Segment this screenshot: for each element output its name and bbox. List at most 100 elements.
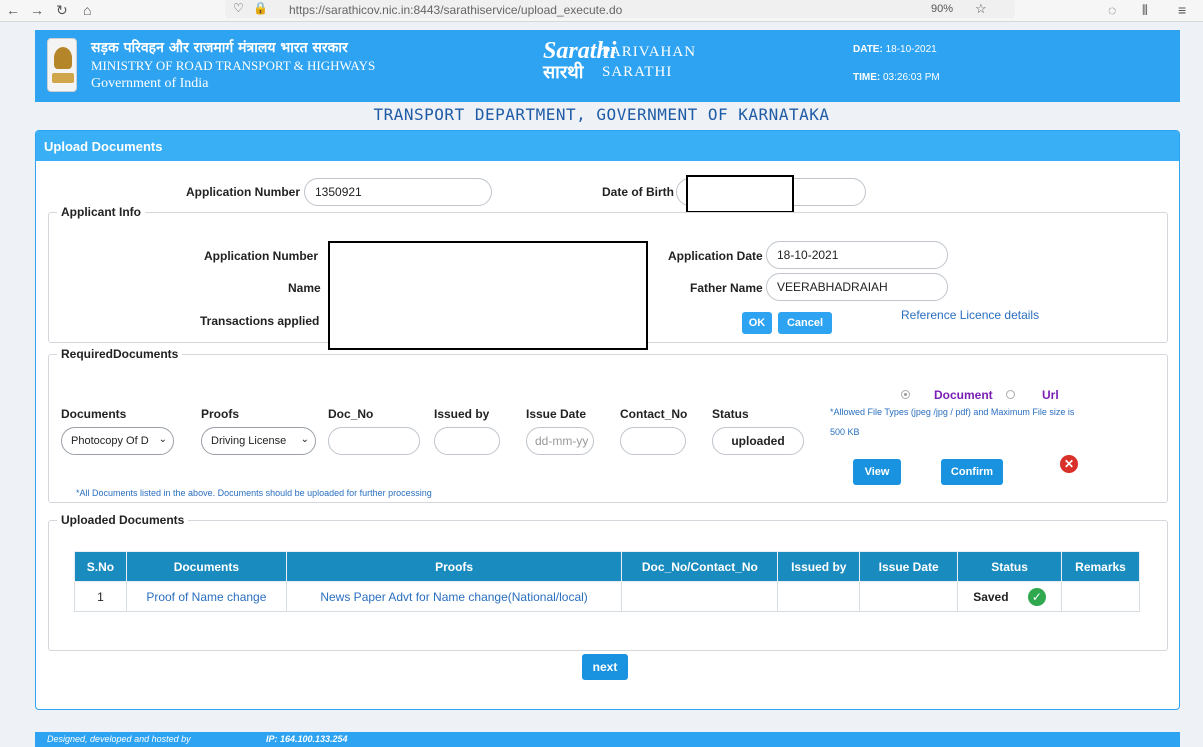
- header-status: Status: [957, 551, 1063, 582]
- contact-no-input[interactable]: [620, 427, 686, 455]
- redaction-box: [328, 241, 648, 350]
- cell-issue-date: [859, 581, 959, 612]
- ok-button[interactable]: OK: [742, 312, 772, 334]
- cell-remarks: [1061, 581, 1140, 612]
- radio-url-label: Url: [1042, 388, 1059, 402]
- government-of-india: Government of India: [91, 76, 209, 91]
- header-proofs: Proofs: [285, 551, 623, 582]
- check-circle-icon: ✓: [1027, 587, 1046, 606]
- department-title: TRANSPORT DEPARTMENT, GOVERNMENT OF KARN…: [373, 105, 830, 124]
- shield-icon: ♡: [233, 1, 244, 15]
- max-file-size-note: 500 KB: [830, 427, 860, 437]
- address-bar[interactable]: ♡ 🔒 https://sarathicov.nic.in:8443/sarat…: [225, 0, 1015, 18]
- time-label: TIME:: [853, 72, 881, 83]
- sarathi-logo-hindi: सारथी: [543, 62, 584, 83]
- view-button[interactable]: View: [853, 459, 901, 485]
- issued-by-input[interactable]: [434, 427, 500, 455]
- time-value: 03:26:03 PM: [883, 72, 940, 83]
- cell-issued-by: [777, 581, 861, 612]
- date-value: 18-10-2021: [885, 44, 937, 55]
- doc-no-input[interactable]: [328, 427, 420, 455]
- uploaded-documents-table: S.No Documents Proofs Doc_No/Contact_No …: [74, 551, 1140, 612]
- pocket-icon[interactable]: ◌: [1108, 2, 1116, 18]
- panel-title: Upload Documents: [36, 131, 1179, 161]
- application-number-input[interactable]: 1350921: [304, 178, 492, 206]
- date-of-birth-label: Date of Birth: [602, 185, 674, 199]
- radio-document[interactable]: [901, 390, 910, 399]
- proofs-select-value: Driving License: [211, 435, 287, 447]
- cell-document-link[interactable]: Proof of Name change: [125, 581, 287, 612]
- cell-doc-no: [621, 581, 779, 612]
- back-arrow-icon[interactable]: ←: [6, 2, 20, 18]
- uploaded-documents-legend: Uploaded Documents: [61, 513, 185, 527]
- transactions-applied-label: Transactions applied: [200, 314, 320, 328]
- cell-proof-link[interactable]: News Paper Advt for Name change(National…: [285, 581, 623, 612]
- issue-date-column-label: Issue Date: [526, 407, 587, 421]
- allowed-file-types-note: *Allowed File Types (jpeg /jpg / pdf) an…: [830, 407, 1075, 417]
- application-date-field: 18-10-2021: [766, 241, 948, 269]
- issue-date-input[interactable]: dd-mm-yy: [526, 427, 594, 455]
- reference-licence-link[interactable]: Reference Licence details: [901, 308, 1039, 322]
- next-button[interactable]: next: [582, 654, 628, 680]
- home-icon[interactable]: ⌂: [83, 2, 91, 18]
- table-header-row: S.No Documents Proofs Doc_No/Contact_No …: [74, 551, 1140, 582]
- government-emblem-icon: [47, 38, 77, 92]
- cell-status: Saved ✓: [957, 581, 1063, 612]
- site-footer: Designed, developed and hosted by IP: 16…: [35, 732, 1180, 747]
- radio-document-label: Document: [934, 388, 993, 402]
- application-number-label: Application Number: [186, 185, 301, 199]
- status-column-label: Status: [712, 407, 749, 421]
- application-date-label: Application Date: [668, 249, 763, 263]
- header-issue-date: Issue Date: [859, 551, 959, 582]
- status-saved-text: Saved: [973, 589, 1009, 604]
- chevron-down-icon: ⌄: [158, 434, 167, 445]
- header-remarks: Remarks: [1061, 551, 1140, 582]
- header-documents: Documents: [125, 551, 287, 582]
- issued-by-column-label: Issued by: [434, 407, 490, 421]
- reload-icon[interactable]: ↻: [56, 2, 68, 19]
- parivahan-text: PARIVAHAN: [602, 44, 697, 60]
- menu-icon[interactable]: ≡: [1178, 2, 1186, 18]
- doc-no-column-label: Doc_No: [328, 407, 374, 421]
- date-label: DATE:: [853, 44, 883, 55]
- sarathi-text: SARATHI: [602, 64, 673, 80]
- documents-column-label: Documents: [61, 407, 127, 421]
- library-icon[interactable]: ⫴: [1142, 2, 1148, 19]
- time-display: TIME: 03:26:03 PM: [853, 72, 940, 83]
- lock-icon: 🔒: [253, 1, 268, 15]
- header-issued-by: Issued by: [777, 551, 861, 582]
- date-display: DATE: 18-10-2021: [853, 44, 937, 55]
- ministry-hindi: सड़क परिवहन और राजमार्ग मंत्रालय भारत सर…: [91, 40, 348, 56]
- applicant-application-number-label: Application Number: [204, 249, 319, 263]
- father-name-field: VEERABHADRAIAH: [766, 273, 948, 301]
- sarathi-logo: Sarathi सारथी: [543, 38, 616, 83]
- cancel-button[interactable]: Cancel: [778, 312, 832, 334]
- documents-select[interactable]: Photocopy Of D ⌄: [61, 427, 174, 455]
- issue-date-placeholder: dd-mm-yy: [535, 434, 589, 448]
- close-circle-icon[interactable]: ✕: [1060, 455, 1078, 473]
- table-row: 1 Proof of Name change News Paper Advt f…: [74, 581, 1140, 612]
- chevron-down-icon: ⌄: [300, 434, 309, 445]
- browser-toolbar: ← → ↻ ⌂ ♡ 🔒 https://sarathicov.nic.in:84…: [0, 0, 1203, 22]
- father-name-label: Father Name: [690, 281, 763, 295]
- contact-no-column-label: Contact_No: [620, 407, 688, 421]
- forward-arrow-icon[interactable]: →: [30, 2, 44, 18]
- ip-address-text: IP: 164.100.133.254: [266, 734, 348, 744]
- zoom-level[interactable]: 90%: [931, 3, 953, 15]
- designed-by-text: Designed, developed and hosted by: [47, 734, 191, 744]
- url-text: https://sarathicov.nic.in:8443/sarathise…: [289, 3, 623, 17]
- upload-documents-panel: Upload Documents Application Number 1350…: [35, 130, 1180, 710]
- applicant-name-label: Name: [288, 281, 321, 295]
- documents-select-value: Photocopy Of D: [71, 435, 149, 447]
- header-sno: S.No: [74, 551, 127, 582]
- confirm-button[interactable]: Confirm: [941, 459, 1003, 485]
- proofs-column-label: Proofs: [201, 407, 240, 421]
- status-field: uploaded: [712, 427, 804, 455]
- proofs-select[interactable]: Driving License ⌄: [201, 427, 316, 455]
- site-header: सड़क परिवहन और राजमार्ग मंत्रालय भारत सर…: [35, 30, 1180, 102]
- radio-url[interactable]: [1006, 390, 1015, 399]
- ministry-english: MINISTRY OF ROAD TRANSPORT & HIGHWAYS: [91, 58, 376, 73]
- cell-sno: 1: [74, 581, 127, 612]
- applicant-info-legend: Applicant Info: [61, 205, 141, 219]
- bookmark-star-icon[interactable]: ☆: [975, 1, 987, 17]
